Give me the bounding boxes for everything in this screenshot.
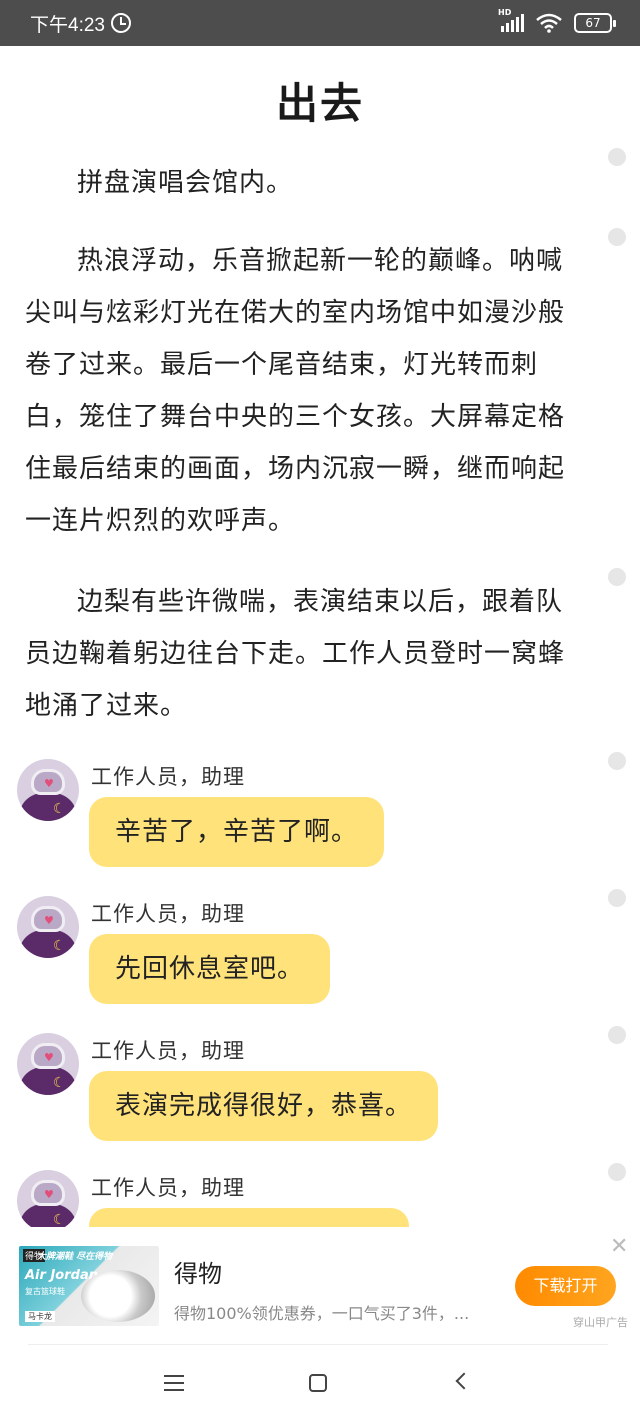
- chapter-title: 出去: [275, 79, 364, 128]
- ad-image-headline: 大牌潮鞋 尽在得物: [37, 1252, 113, 1262]
- chat-bubble: 辛苦了，辛苦了啊。: [89, 797, 385, 867]
- speaker-name: 工作人员，助理: [91, 1039, 245, 1063]
- status-bar: 下午4:23 HD 67: [0, 0, 640, 46]
- chat-bubble: 先回休息室吧。: [89, 934, 331, 1004]
- ad-image-sub: 复古篮球鞋: [25, 1287, 65, 1296]
- home-icon[interactable]: [309, 1374, 327, 1392]
- chat-bubble: [89, 1208, 409, 1227]
- paragraph: 热浪浮动，乐音掀起新一轮的巅峰。呐喊尖叫与炫彩灯光在偌大的室内场馆中如漫沙般卷了…: [25, 246, 566, 536]
- paragraph: 拼盘演唱会馆内。: [77, 168, 294, 198]
- download-open-button[interactable]: 下载打开: [515, 1266, 616, 1306]
- battery-level: 67: [585, 16, 601, 30]
- ad-image-caption: 马卡龙: [25, 1311, 55, 1322]
- signal-icon: HD: [498, 8, 524, 32]
- paragraph-comment-dot[interactable]: [608, 228, 626, 246]
- paragraph-comment-dot[interactable]: [608, 148, 626, 166]
- ad-description: 得物100%领优惠券，一口气买了3件，...: [174, 1304, 470, 1323]
- alarm-icon: [110, 13, 131, 33]
- chat-message: ♥ ☾ 工作人员，助理: [17, 1170, 617, 1227]
- ad-title[interactable]: 得物: [174, 1254, 222, 1289]
- navigation-bar: [0, 1350, 640, 1422]
- divider: [28, 1344, 608, 1345]
- battery-icon: 67: [574, 13, 616, 33]
- chat-bubble: 表演完成得很好，恭喜。: [89, 1071, 439, 1141]
- ad-image[interactable]: 得物 大牌潮鞋 尽在得物 Air Jordan 复古篮球鞋 马卡龙: [19, 1246, 159, 1326]
- back-icon[interactable]: [455, 1372, 473, 1390]
- paragraph-comment-dot[interactable]: [608, 889, 626, 907]
- speaker-name: 工作人员，助理: [91, 1176, 245, 1200]
- shoe-image: [81, 1270, 155, 1322]
- paragraph-comment-dot[interactable]: [608, 752, 626, 770]
- paragraph-comment-dot[interactable]: [608, 568, 626, 586]
- avatar[interactable]: ♥ ☾: [17, 1170, 79, 1227]
- ad-source: 穿山甲广告: [573, 1316, 628, 1329]
- avatar[interactable]: ♥ ☾: [17, 759, 79, 821]
- menu-icon[interactable]: [164, 1375, 184, 1391]
- wifi-icon: [536, 13, 562, 33]
- ad-banner[interactable]: 得物 大牌潮鞋 尽在得物 Air Jordan 复古篮球鞋 马卡龙 得物 得物1…: [0, 1228, 640, 1348]
- clock: 下午4:23: [30, 14, 105, 36]
- avatar[interactable]: ♥ ☾: [17, 1033, 79, 1095]
- close-icon[interactable]: ✕: [610, 1236, 628, 1258]
- speaker-name: 工作人员，助理: [91, 765, 245, 789]
- status-icons: HD 67: [498, 8, 616, 33]
- paragraph: 边梨有些许微喘，表演结束以后，跟着队员边鞠着躬边往台下走。工作人员登时一窝蜂地涌…: [25, 587, 566, 721]
- avatar[interactable]: ♥ ☾: [17, 896, 79, 958]
- speaker-name: 工作人员，助理: [91, 902, 245, 926]
- network-label: HD: [498, 8, 512, 17]
- paragraph-comment-dot[interactable]: [608, 1026, 626, 1044]
